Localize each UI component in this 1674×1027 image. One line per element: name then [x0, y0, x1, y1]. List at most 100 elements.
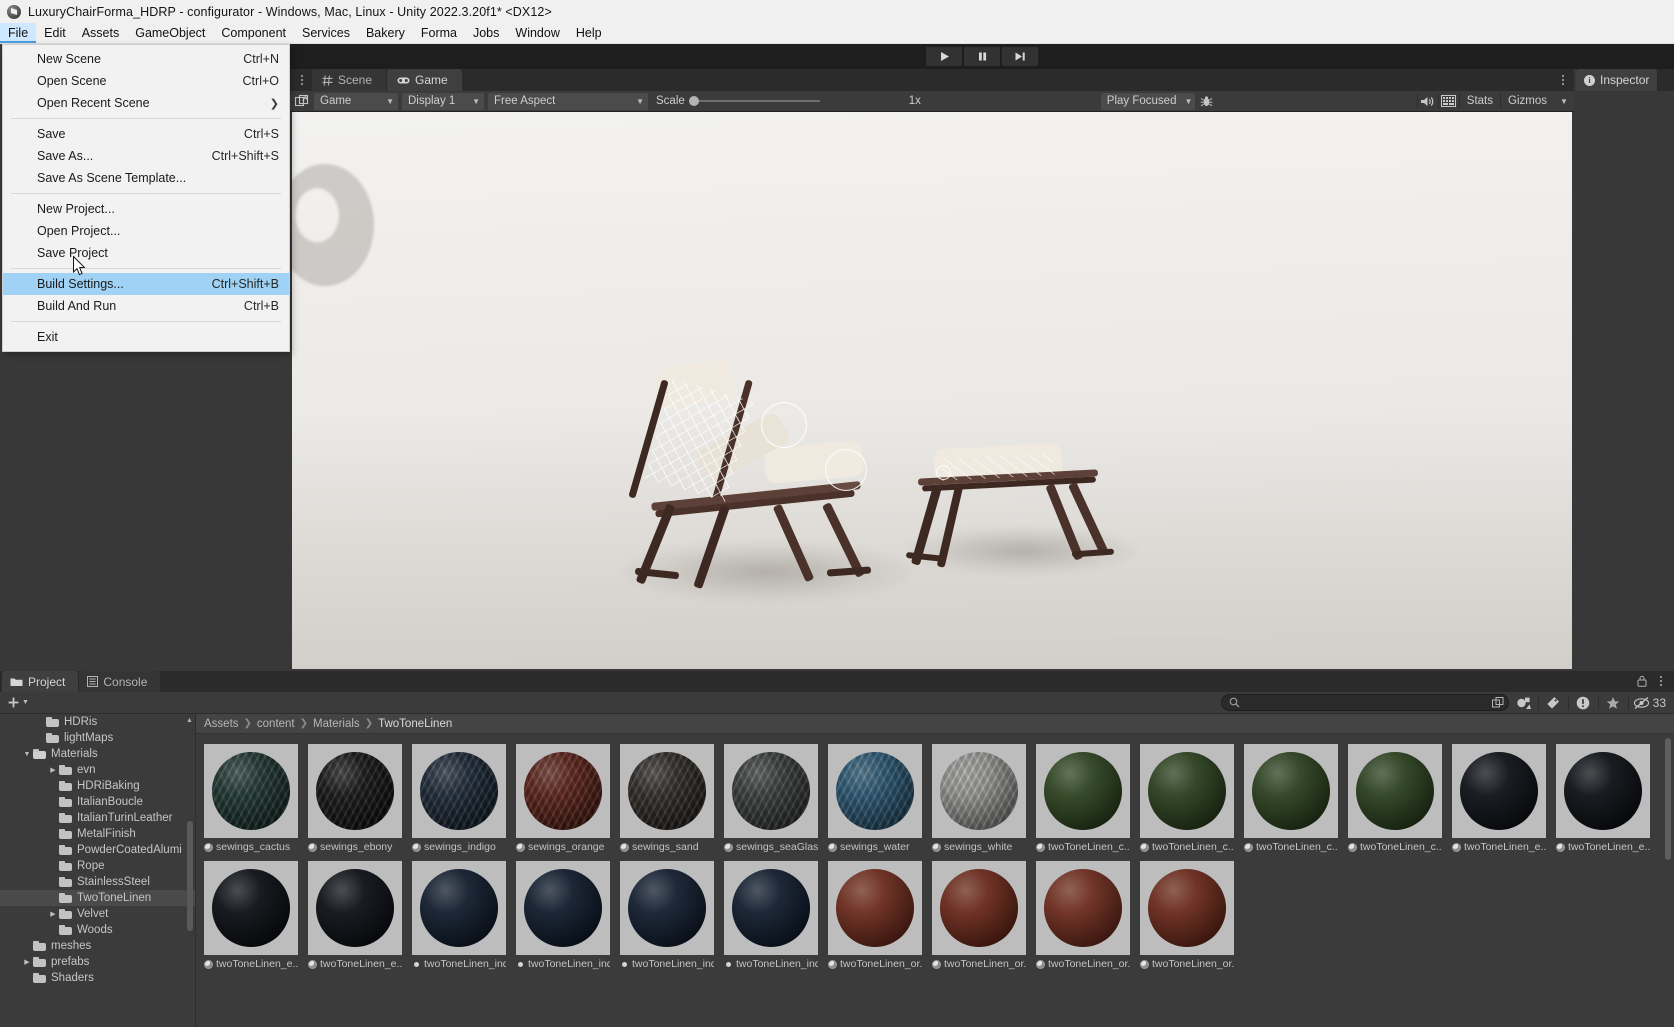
asset-item[interactable]: twoToneLinen_c...	[1140, 744, 1234, 853]
asset-item[interactable]: twoToneLinen_e...	[308, 861, 402, 970]
game-target-dropdown[interactable]: Game ▼	[314, 93, 398, 110]
menu-file[interactable]: File	[0, 23, 36, 43]
star-icon[interactable]	[1603, 693, 1624, 712]
asset-thumbnail[interactable]	[308, 744, 402, 838]
filter-label-icon[interactable]	[1543, 693, 1564, 712]
gizmos-button[interactable]: Gizmos	[1501, 92, 1554, 111]
menu-gameobject[interactable]: GameObject	[127, 23, 213, 43]
menu-item-build-settings[interactable]: Build Settings...Ctrl+Shift+B	[3, 273, 289, 295]
scale-slider[interactable]	[690, 100, 820, 102]
asset-thumbnail[interactable]	[724, 744, 818, 838]
asset-thumbnail[interactable]	[932, 744, 1026, 838]
scale-slider-knob[interactable]	[689, 96, 699, 106]
asset-item[interactable]: twoToneLinen_e...	[1556, 744, 1650, 853]
hidden-assets-badge[interactable]: 33	[1633, 696, 1668, 710]
tab-console[interactable]: Console	[79, 671, 160, 692]
menu-item-exit[interactable]: Exit	[3, 326, 289, 348]
tree-item-twotonelinen[interactable]: TwoToneLinen	[0, 890, 195, 906]
tree-item-materials[interactable]: ▼Materials	[0, 746, 195, 762]
menu-item-save-project[interactable]: Save Project	[3, 242, 289, 264]
bug-icon[interactable]	[1197, 92, 1217, 111]
menu-item-open-project[interactable]: Open Project...	[3, 220, 289, 242]
play-mode-dropdown[interactable]: Play Focused ▼	[1101, 93, 1195, 110]
step-button[interactable]	[1002, 47, 1038, 66]
menu-component[interactable]: Component	[213, 23, 294, 43]
asset-thumbnail[interactable]	[932, 861, 1026, 955]
asset-item[interactable]: twoToneLinen_ind...	[724, 861, 818, 970]
twisty-right-icon[interactable]: ▶	[21, 958, 33, 966]
asset-thumbnail[interactable]	[1244, 744, 1338, 838]
menu-item-save-as-scene-template[interactable]: Save As Scene Template...	[3, 167, 289, 189]
tree-item-evn[interactable]: ▶evn	[0, 762, 195, 778]
asset-item[interactable]: sewings_orange	[516, 744, 610, 853]
tab-project[interactable]: Project	[2, 671, 78, 692]
menu-window[interactable]: Window	[507, 23, 567, 43]
menu-jobs[interactable]: Jobs	[465, 23, 507, 43]
mute-audio-icon[interactable]	[1418, 92, 1438, 111]
stats-button[interactable]: Stats	[1460, 92, 1500, 111]
menu-item-save-as[interactable]: Save As...Ctrl+Shift+S	[3, 145, 289, 167]
project-folder-tree[interactable]: HDRislightMaps▼Materials▶evnHDRiBakingIt…	[0, 714, 196, 1027]
maximize-on-play-icon[interactable]	[292, 92, 312, 111]
asset-thumbnail[interactable]	[1036, 861, 1130, 955]
asset-item[interactable]: twoToneLinen_e...	[1452, 744, 1546, 853]
hotspot-backrest[interactable]	[761, 402, 807, 448]
asset-item[interactable]: sewings_ebony	[308, 744, 402, 853]
asset-item[interactable]: twoToneLinen_c...	[1244, 744, 1338, 853]
twisty-right-icon[interactable]: ▶	[47, 910, 59, 918]
tree-item-lightmaps[interactable]: lightMaps	[0, 730, 195, 746]
breadcrumb-twotonelinen[interactable]: TwoToneLinen	[378, 718, 452, 730]
asset-thumbnail[interactable]	[412, 744, 506, 838]
tab-scene[interactable]: Scene	[312, 69, 386, 91]
breadcrumb-assets[interactable]: Assets	[204, 718, 239, 730]
menu-item-build-and-run[interactable]: Build And RunCtrl+B	[3, 295, 289, 317]
tab-inspector[interactable]: i Inspector	[1576, 69, 1657, 91]
menu-edit[interactable]: Edit	[36, 23, 74, 43]
tree-item-prefabs[interactable]: ▶prefabs	[0, 954, 195, 970]
asset-item[interactable]: twoToneLinen_or...	[932, 861, 1026, 970]
asset-thumbnail[interactable]	[828, 744, 922, 838]
twisty-right-icon[interactable]: ▶	[47, 766, 59, 774]
tree-item-metalfinish[interactable]: MetalFinish	[0, 826, 195, 842]
scroll-up-arrow-icon[interactable]: ▲	[185, 716, 194, 725]
play-button[interactable]	[926, 47, 962, 66]
asset-item[interactable]: twoToneLinen_ind...	[412, 861, 506, 970]
asset-thumbnail[interactable]	[308, 861, 402, 955]
gizmos-chevron-down-icon[interactable]: ▼	[1554, 92, 1574, 111]
menu-help[interactable]: Help	[568, 23, 610, 43]
asset-item[interactable]: twoToneLinen_or...	[1140, 861, 1234, 970]
breadcrumb-materials[interactable]: Materials	[313, 718, 360, 730]
asset-item[interactable]: sewings_water	[828, 744, 922, 853]
asset-item[interactable]: twoToneLinen_ind...	[516, 861, 610, 970]
asset-item[interactable]: twoToneLinen_c...	[1348, 744, 1442, 853]
popout-icon[interactable]	[1492, 697, 1504, 709]
asset-item[interactable]: twoToneLinen_or...	[1036, 861, 1130, 970]
scale-slider-group[interactable]: Scale 1x	[656, 95, 921, 107]
menu-item-open-recent-scene[interactable]: Open Recent Scene❯	[3, 92, 289, 114]
asset-item[interactable]: twoToneLinen_c...	[1036, 744, 1130, 853]
asset-item[interactable]: twoToneLinen_ind...	[620, 861, 714, 970]
menu-item-new-scene[interactable]: New SceneCtrl+N	[3, 48, 289, 70]
asset-item[interactable]: twoToneLinen_e...	[204, 861, 298, 970]
warning-icon[interactable]	[1573, 693, 1594, 712]
asset-item[interactable]: sewings_cactus	[204, 744, 298, 853]
tree-item-meshes[interactable]: meshes	[0, 938, 195, 954]
asset-thumbnail[interactable]	[516, 861, 610, 955]
pause-button[interactable]	[964, 47, 1000, 66]
asset-item[interactable]: twoToneLinen_or...	[828, 861, 922, 970]
file-menu-dropdown[interactable]: New SceneCtrl+NOpen SceneCtrl+OOpen Rece…	[2, 44, 290, 352]
asset-thumbnail[interactable]	[620, 861, 714, 955]
tree-item-rope[interactable]: Rope	[0, 858, 195, 874]
asset-item[interactable]: sewings_seaGlass	[724, 744, 818, 853]
menu-item-save[interactable]: SaveCtrl+S	[3, 123, 289, 145]
breadcrumb-content[interactable]: content	[257, 718, 295, 730]
asset-thumbnail[interactable]	[1140, 861, 1234, 955]
tree-item-shaders[interactable]: Shaders	[0, 970, 195, 986]
panel-drag-handle-icon[interactable]	[296, 72, 308, 88]
asset-grid-scrollbar-thumb[interactable]	[1665, 738, 1671, 860]
tree-item-powdercoatedalumi[interactable]: PowderCoatedAlumi	[0, 842, 195, 858]
tree-item-woods[interactable]: Woods	[0, 922, 195, 938]
frame-debug-icon[interactable]	[1439, 92, 1459, 111]
project-options-icon[interactable]	[1656, 674, 1666, 688]
menu-item-new-project[interactable]: New Project...	[3, 198, 289, 220]
